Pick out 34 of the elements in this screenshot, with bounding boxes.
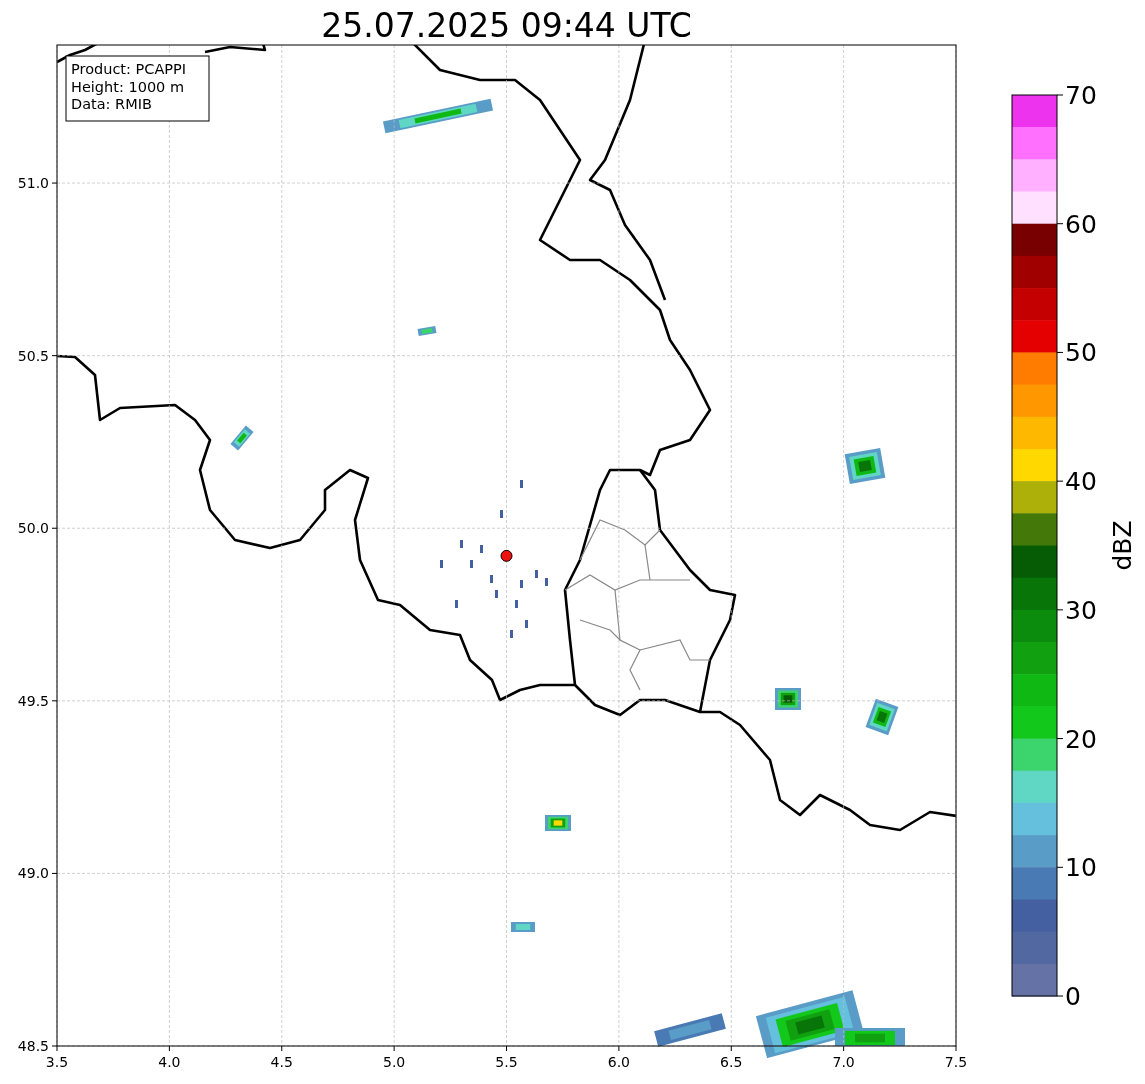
colorbar-tick-label: 30 — [1065, 595, 1097, 625]
precipitation-echo — [417, 326, 437, 336]
y-tick-label: 50.0 — [17, 520, 49, 537]
colorbar-tick-label: 10 — [1065, 853, 1097, 883]
precipitation-echo — [545, 815, 571, 831]
precipitation-echo — [844, 448, 886, 484]
x-tick-label: 5.0 — [383, 1054, 406, 1070]
x-tick-label: 3.5 — [45, 1054, 69, 1070]
info-text: Product: PCAPPI — [71, 61, 187, 77]
y-tick-label: 49.5 — [17, 692, 49, 709]
y-tick-label: 50.5 — [17, 347, 49, 364]
chart-title: 25.07.2025 09:44 UTC — [321, 6, 692, 45]
x-tick-label: 7.0 — [832, 1054, 855, 1070]
precipitation-echo — [511, 922, 535, 932]
x-tick-label: 4.5 — [270, 1054, 293, 1070]
colorbar-tick-label: 0 — [1065, 982, 1081, 1011]
x-tick-label: 7.5 — [944, 1054, 968, 1070]
colorbar-tick-label: 40 — [1065, 467, 1097, 497]
y-tick-label: 48.5 — [17, 1038, 49, 1054]
colorbar-tick-label: 70 — [1065, 81, 1097, 110]
x-tick-label: 4.0 — [158, 1054, 181, 1070]
colorbar-tick-label: 60 — [1065, 209, 1097, 239]
x-tick-label: 6.0 — [607, 1054, 630, 1070]
colorbar-tick-label: 50 — [1065, 338, 1097, 368]
x-tick-label: 6.5 — [720, 1054, 743, 1070]
info-text: Height: 1000 m — [71, 78, 185, 95]
precipitation-echo — [654, 1013, 726, 1047]
colorbar-tick-label: 20 — [1065, 724, 1097, 754]
y-tick-label: 49.0 — [17, 865, 49, 882]
info-text: Data: RMIB — [71, 96, 152, 112]
precipitation-echo — [775, 688, 801, 710]
x-tick-label: 5.5 — [495, 1054, 518, 1070]
y-tick-label: 51.0 — [17, 175, 49, 192]
colorbar-label: dBZ — [1108, 520, 1137, 571]
